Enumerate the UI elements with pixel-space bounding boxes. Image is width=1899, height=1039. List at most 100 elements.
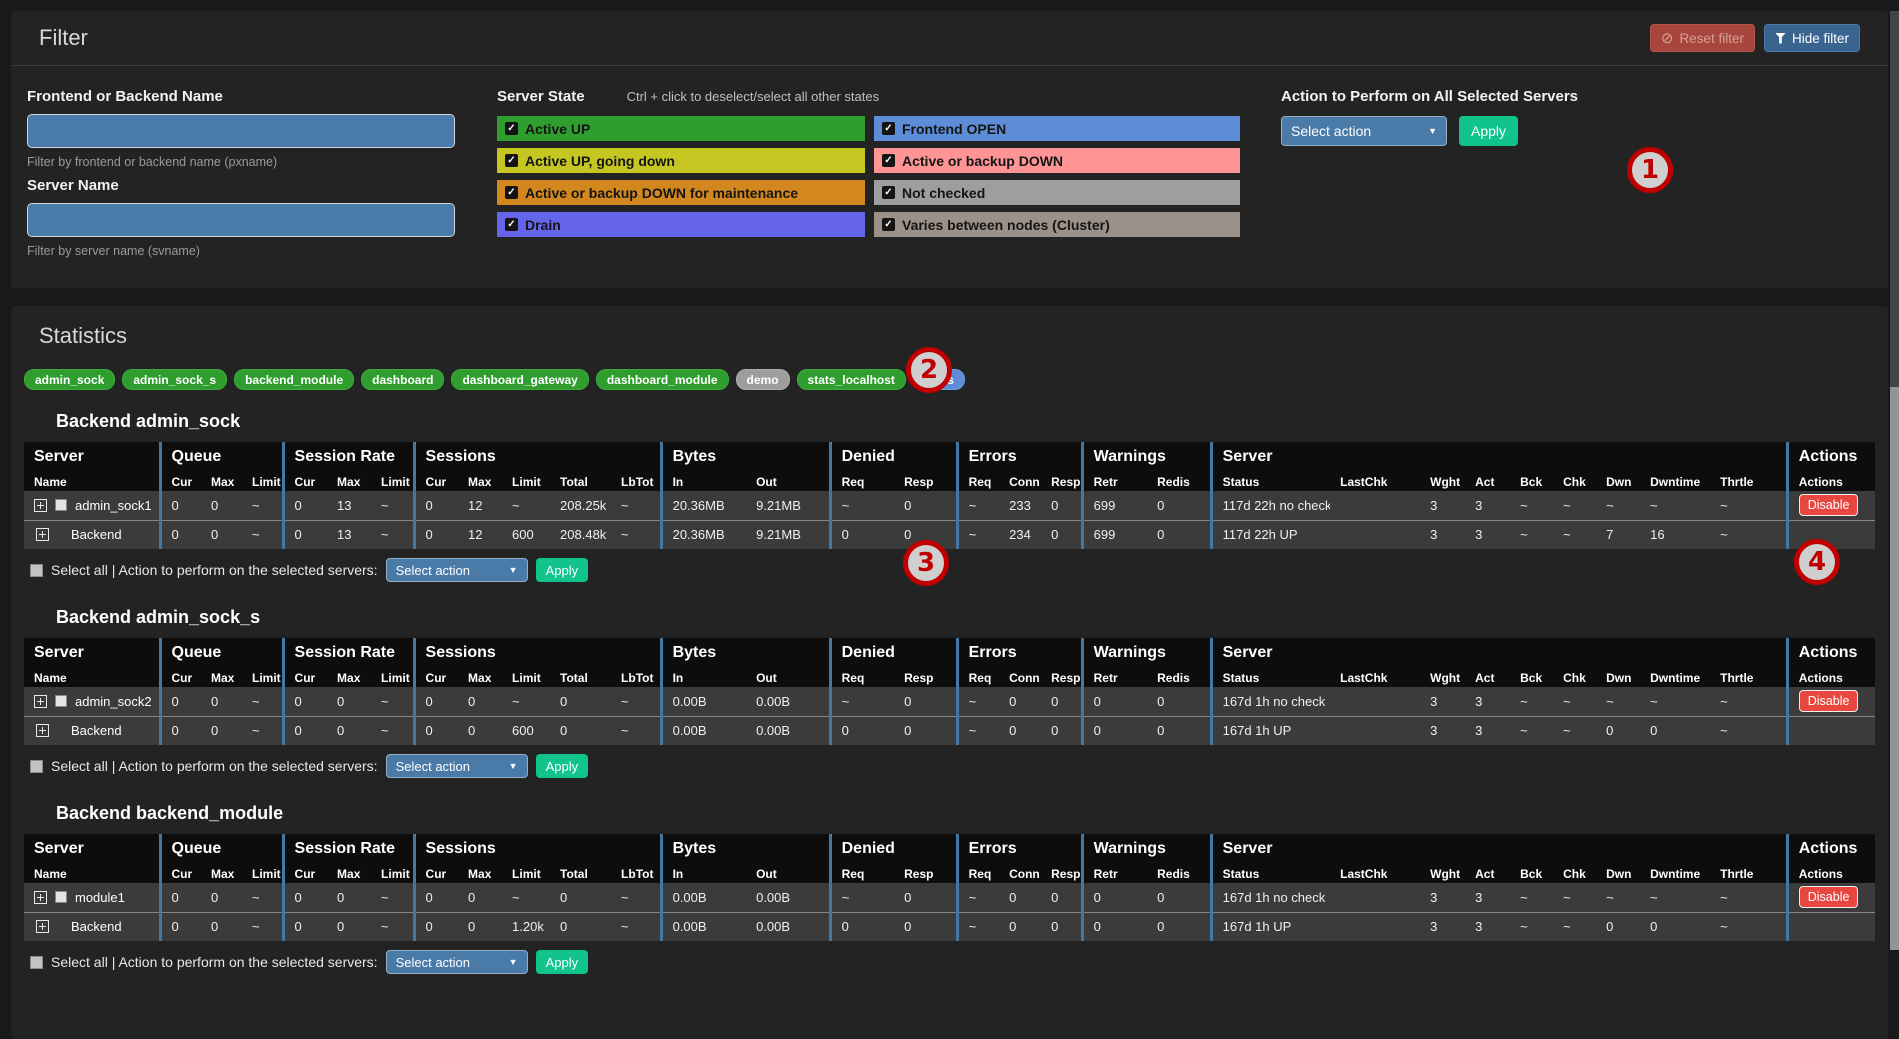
server-state-toggle-varies-between-nodes-cluster[interactable]: ✓Varies between nodes (Cluster) bbox=[874, 212, 1240, 237]
server-state-toggle-active-or-backup-down-for-maintenance[interactable]: ✓Active or backup DOWN for maintenance bbox=[497, 180, 865, 205]
cell-bytes-out: 9.21MB bbox=[746, 491, 830, 520]
row-apply-button[interactable]: Apply bbox=[536, 754, 589, 778]
cell-server-bck: ~ bbox=[1510, 883, 1553, 912]
expand-icon[interactable] bbox=[36, 920, 49, 933]
cell-sessions-lbtot: ~ bbox=[611, 912, 661, 941]
row-apply-button[interactable]: Apply bbox=[536, 950, 589, 974]
hide-filter-button[interactable]: Hide filter bbox=[1764, 24, 1860, 52]
select-all-checkbox[interactable] bbox=[30, 564, 43, 577]
cell-bytes-in: 0.00B bbox=[661, 883, 746, 912]
backend-tag-dashboard-gateway[interactable]: dashboard_gateway bbox=[451, 369, 588, 390]
pxname-input[interactable] bbox=[27, 114, 455, 148]
row-select-checkbox[interactable] bbox=[55, 499, 67, 511]
backend-tag-dashboard[interactable]: dashboard bbox=[361, 369, 444, 390]
cell-server-lastchk bbox=[1330, 912, 1420, 941]
checked-checkbox-icon[interactable]: ✓ bbox=[882, 186, 895, 199]
cell-server-act: 3 bbox=[1465, 912, 1510, 941]
column-sessions-max: Max bbox=[458, 668, 502, 687]
cell-server-status: 167d 1h no check bbox=[1211, 687, 1330, 716]
column-group-bytes: Bytes bbox=[661, 834, 830, 864]
disable-server-button[interactable]: Disable bbox=[1799, 886, 1859, 908]
checked-checkbox-icon[interactable]: ✓ bbox=[505, 154, 518, 167]
column-bytes-in: In bbox=[661, 864, 746, 883]
expand-icon[interactable] bbox=[36, 528, 49, 541]
column-server-dwn: Dwn bbox=[1596, 668, 1640, 687]
column-server-status: Status bbox=[1211, 864, 1330, 883]
cell-server-act: 3 bbox=[1465, 520, 1510, 549]
name-cell-backend: Backend bbox=[24, 520, 160, 549]
server-state-toggle-active-or-backup-down[interactable]: ✓Active or backup DOWN bbox=[874, 148, 1240, 173]
table-group-header-row: ServerQueueSession RateSessionsBytesDeni… bbox=[24, 834, 1875, 864]
server-state-toggle-drain[interactable]: ✓Drain bbox=[497, 212, 865, 237]
server-state-toggle-not-checked[interactable]: ✓Not checked bbox=[874, 180, 1240, 205]
bulk-action-select[interactable]: Select action ▼ bbox=[1281, 116, 1447, 146]
server-state-toggle-frontend-open[interactable]: ✓ Frontend OPEN bbox=[874, 116, 1240, 141]
row-apply-button[interactable]: Apply bbox=[536, 558, 589, 582]
checked-checkbox-icon[interactable]: ✓ bbox=[882, 154, 895, 167]
chevron-down-icon: ▼ bbox=[509, 957, 518, 967]
column-server-wght: Wght bbox=[1420, 668, 1465, 687]
server-state-toggle-active-up[interactable]: ✓Active UP bbox=[497, 116, 865, 141]
expand-icon[interactable] bbox=[34, 891, 47, 904]
row-action-select[interactable]: Select action▼ bbox=[386, 558, 528, 582]
svname-input[interactable] bbox=[27, 203, 455, 237]
cell-server-thrtle: ~ bbox=[1710, 883, 1787, 912]
select-all-checkbox[interactable] bbox=[30, 760, 43, 773]
filter-panel: Filter ⊘ Reset filter Hide filter Fronte… bbox=[11, 11, 1888, 288]
expand-icon[interactable] bbox=[34, 499, 47, 512]
column-server-lastchk: LastChk bbox=[1330, 472, 1420, 491]
cell-server-dwntime: 0 bbox=[1640, 716, 1710, 745]
backend-tag-backend-module[interactable]: backend_module bbox=[234, 369, 354, 390]
cell-errors-resp: 0 bbox=[1041, 716, 1082, 745]
page-scrollbar[interactable] bbox=[1890, 11, 1899, 950]
server-state-toggle-label: Frontend OPEN bbox=[902, 121, 1006, 137]
checked-checkbox-icon[interactable]: ✓ bbox=[882, 122, 895, 135]
cell-server-dwn: 0 bbox=[1596, 716, 1640, 745]
cell-server-lastchk bbox=[1330, 491, 1420, 520]
server-state-toggle-active-up-going-down[interactable]: ✓Active UP, going down bbox=[497, 148, 865, 173]
cell-session-rate-cur: 0 bbox=[283, 912, 327, 941]
stats-table: ServerQueueSession RateSessionsBytesDeni… bbox=[24, 638, 1875, 745]
expand-icon[interactable] bbox=[34, 695, 47, 708]
row-action-select[interactable]: Select action▼ bbox=[386, 950, 528, 974]
checked-checkbox-icon[interactable]: ✓ bbox=[882, 218, 895, 231]
cell-session-rate-max: 13 bbox=[327, 520, 371, 549]
column-group-warnings: Warnings bbox=[1082, 834, 1211, 864]
checked-checkbox-icon[interactable]: ✓ bbox=[505, 218, 518, 231]
column-group-actions: Actions bbox=[1787, 834, 1875, 864]
row-select-checkbox[interactable] bbox=[55, 695, 67, 707]
cell-server-wght: 3 bbox=[1420, 491, 1465, 520]
reset-filter-button[interactable]: ⊘ Reset filter bbox=[1650, 24, 1755, 52]
backend-tag-admin-sock-s[interactable]: admin_sock_s bbox=[122, 369, 227, 390]
backend-tag-admin-sock[interactable]: admin_sock bbox=[24, 369, 115, 390]
cell-server-wght: 3 bbox=[1420, 883, 1465, 912]
checked-checkbox-icon[interactable]: ✓ bbox=[505, 186, 518, 199]
column-denied-resp: Resp bbox=[894, 668, 957, 687]
row-select-checkbox[interactable] bbox=[55, 891, 67, 903]
server-state-label: Server State bbox=[497, 88, 585, 105]
backend-tag-stats-localhost[interactable]: stats_localhost bbox=[797, 369, 906, 390]
select-all-checkbox[interactable] bbox=[30, 956, 43, 969]
column-warnings-retr: Retr bbox=[1082, 472, 1147, 491]
chevron-down-icon: ▼ bbox=[509, 565, 518, 575]
backend-tag-demo[interactable]: demo bbox=[736, 369, 790, 390]
bulk-apply-button[interactable]: Apply bbox=[1459, 116, 1518, 146]
backend-tag-dashboard-module[interactable]: dashboard_module bbox=[596, 369, 729, 390]
cell-sessions-limit: ~ bbox=[502, 687, 550, 716]
scrollbar-thumb[interactable] bbox=[1890, 387, 1899, 950]
checked-checkbox-icon[interactable]: ✓ bbox=[505, 122, 518, 135]
chevron-down-icon: ▼ bbox=[509, 761, 518, 771]
disable-server-button[interactable]: Disable bbox=[1799, 690, 1859, 712]
cell-sessions-max: 0 bbox=[458, 912, 502, 941]
cell-actions bbox=[1787, 912, 1875, 941]
cell-server-wght: 3 bbox=[1420, 520, 1465, 549]
column-group-warnings: Warnings bbox=[1082, 638, 1211, 668]
column-sessions-total: Total bbox=[550, 864, 611, 883]
column-sessions-max: Max bbox=[458, 472, 502, 491]
cell-denied-req: 0 bbox=[830, 716, 894, 745]
row-action-select[interactable]: Select action▼ bbox=[386, 754, 528, 778]
column-group-errors: Errors bbox=[957, 834, 1082, 864]
expand-icon[interactable] bbox=[36, 724, 49, 737]
cell-sessions-max: 0 bbox=[458, 716, 502, 745]
disable-server-button[interactable]: Disable bbox=[1799, 494, 1859, 516]
